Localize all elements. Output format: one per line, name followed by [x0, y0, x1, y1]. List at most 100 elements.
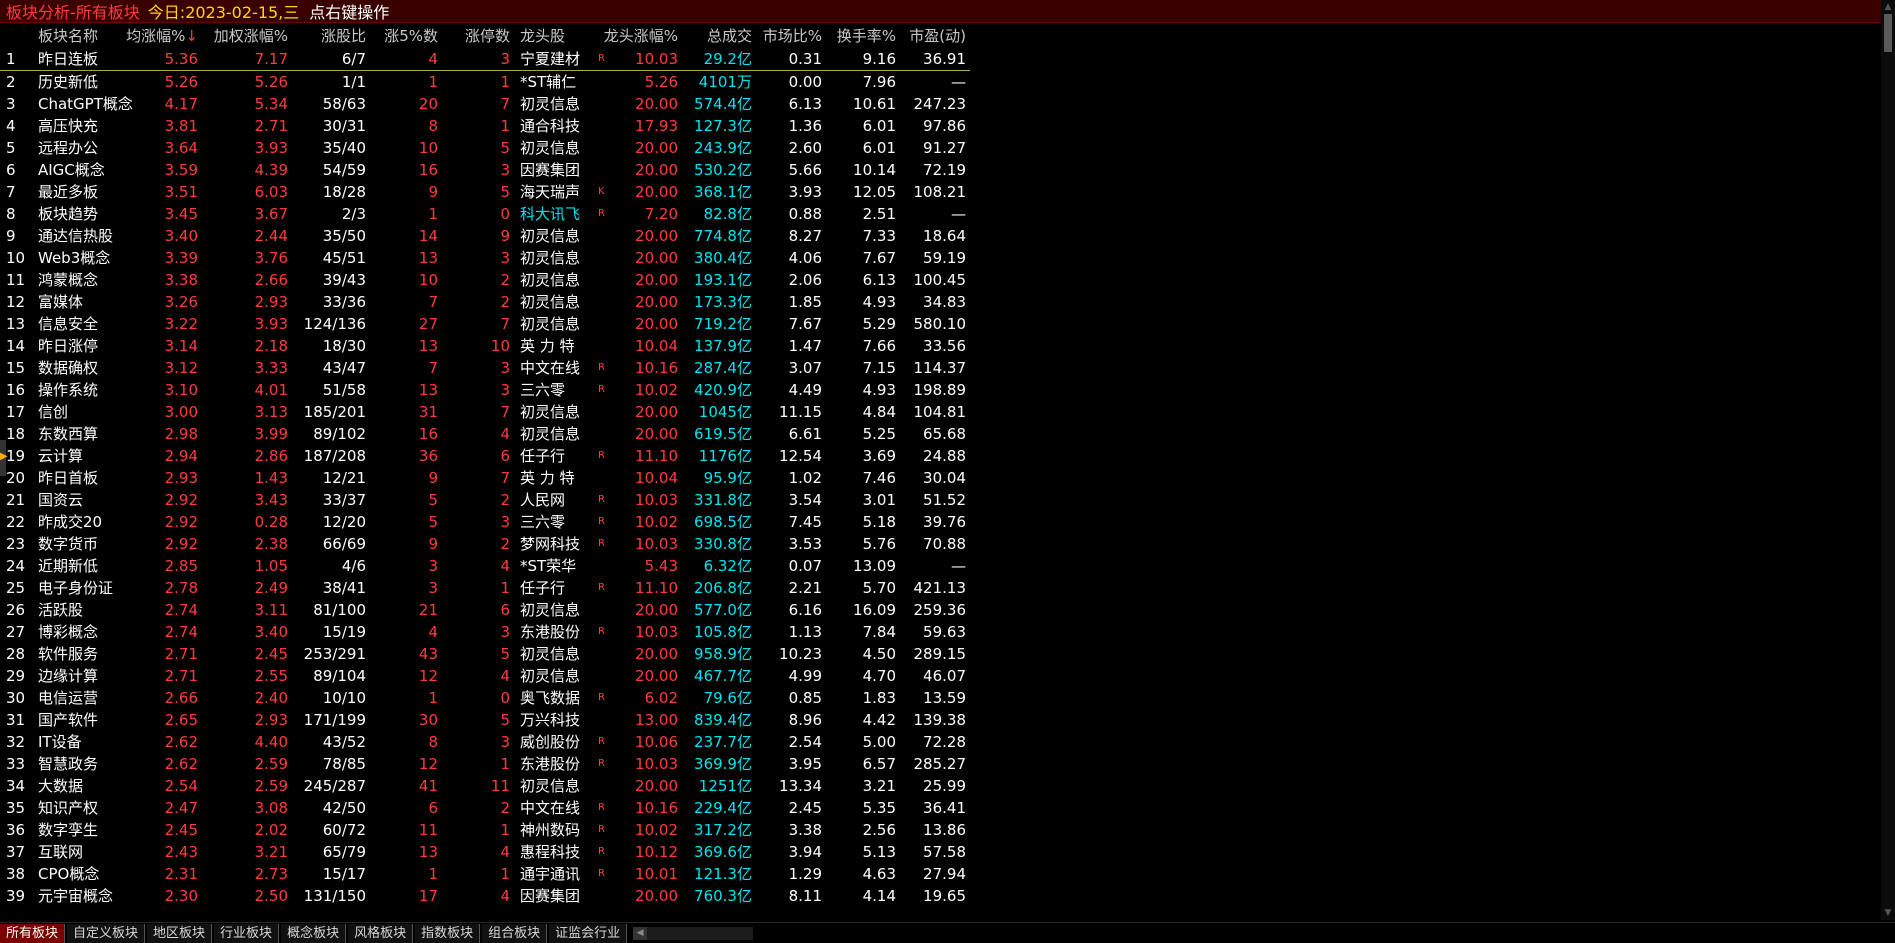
leader-stock[interactable]: 梦网科技: [520, 533, 590, 555]
leader-stock[interactable]: 因赛集团: [520, 159, 590, 181]
leader-stock[interactable]: 万兴科技: [520, 709, 590, 731]
leader-stock[interactable]: 通宇通讯: [520, 863, 590, 885]
table-row[interactable]: 33 智慧政务 2.62 2.59 78/85 12 1 东港股份 R 10.03 369.9亿 3.…: [0, 753, 970, 775]
col-header-limit-count[interactable]: 涨停数: [446, 24, 510, 48]
tab-5[interactable]: 风格板块: [348, 924, 414, 943]
leader-stock[interactable]: 三六零: [520, 511, 590, 533]
table-row[interactable]: 10 Web3概念 3.39 3.76 45/51 13 3 初灵信息 20.00 380.4亿 4…: [0, 247, 970, 269]
table-row[interactable]: 36 数字孪生 2.45 2.02 60/72 11 1 神州数码 R 10.02 317.2亿 3.…: [0, 819, 970, 841]
leader-stock[interactable]: 初灵信息: [520, 599, 590, 621]
table-row[interactable]: 22 昨成交20 2.92 0.28 12/20 5 3 三六零 R 10.02 698.5亿 7.4…: [0, 511, 970, 533]
tab-scrollbar[interactable]: ◀: [633, 927, 754, 940]
leader-stock[interactable]: 人民网: [520, 489, 590, 511]
table-row[interactable]: 26 活跃股 2.74 3.11 81/100 21 6 初灵信息 20.00 577.0亿 6.1…: [0, 599, 970, 621]
table-row[interactable]: 8 板块趋势 3.45 3.67 2/3 1 0 科大讯飞 R 7.20 82.8亿 0.88 2.51…: [0, 203, 970, 225]
tab-7[interactable]: 组合板块: [482, 924, 548, 943]
tab-2[interactable]: 地区板块: [147, 924, 213, 943]
leader-stock[interactable]: 初灵信息: [520, 93, 590, 115]
table-row[interactable]: 31 国产软件 2.65 2.93 171/199 30 5 万兴科技 13.00 839.4亿 8…: [0, 709, 970, 731]
leader-stock[interactable]: 初灵信息: [520, 313, 590, 335]
leader-stock[interactable]: 惠程科技: [520, 841, 590, 863]
leader-stock[interactable]: 英 力 特: [520, 335, 590, 357]
tab-1[interactable]: 自定义板块: [67, 924, 146, 943]
leader-stock[interactable]: 初灵信息: [520, 775, 590, 797]
table-row[interactable]: 9 通达信热股 3.40 2.44 35/50 14 9 初灵信息 20.00 774.8亿 8.2…: [0, 225, 970, 247]
table-row[interactable]: 1 昨日连板 5.36 7.17 6/7 4 3 宁夏建材 R 10.03 29.2亿 0.31 9.1…: [0, 48, 970, 71]
leader-stock[interactable]: 奥飞数据: [520, 687, 590, 709]
table-row[interactable]: 28 软件服务 2.71 2.45 253/291 43 5 初灵信息 20.00 958.9亿 1…: [0, 643, 970, 665]
table-row[interactable]: 3 ChatGPT概念 4.17 5.34 58/63 20 7 初灵信息 20.00 574.4…: [0, 93, 970, 115]
vertical-scrollbar[interactable]: ▲ ▼: [1881, 0, 1895, 920]
table-row[interactable]: 34 大数据 2.54 2.59 245/287 41 11 初灵信息 20.00 1251亿 13…: [0, 775, 970, 797]
col-header-leader[interactable]: 龙头股: [520, 24, 590, 48]
col-header-avg-change[interactable]: 均涨幅%↓: [110, 24, 198, 48]
leader-stock[interactable]: 威创股份: [520, 731, 590, 753]
leader-stock[interactable]: 初灵信息: [520, 137, 590, 159]
table-row[interactable]: 2 历史新低 5.26 5.26 1/1 1 1 *ST辅仁 5.26 4101万 0.00 7.96…: [0, 71, 970, 93]
col-header-pe[interactable]: 市盈(动): [900, 24, 966, 48]
tab-4[interactable]: 概念板块: [281, 924, 347, 943]
table-row[interactable]: 27 博彩概念 2.74 3.40 15/19 4 3 东港股份 R 10.03 105.8亿 1.1…: [0, 621, 970, 643]
table-row[interactable]: 21 国资云 2.92 3.43 33/37 5 2 人民网 R 10.03 331.8亿 3.54 3…: [0, 489, 970, 511]
scroll-thumb[interactable]: [1884, 14, 1892, 52]
table-row[interactable]: 32 IT设备 2.62 4.40 43/52 8 3 威创股份 R 10.06 237.7亿 2.5…: [0, 731, 970, 753]
left-edge-marker[interactable]: ▶: [0, 440, 8, 476]
table-row[interactable]: 23 数字货币 2.92 2.38 66/69 9 2 梦网科技 R 10.03 330.8亿 3.5…: [0, 533, 970, 555]
leader-stock[interactable]: 英 力 特: [520, 467, 590, 489]
leader-stock[interactable]: 神州数码: [520, 819, 590, 841]
table-row[interactable]: 5 远程办公 3.64 3.93 35/40 10 5 初灵信息 20.00 243.9亿 2.60…: [0, 137, 970, 159]
tab-6[interactable]: 指数板块: [415, 924, 481, 943]
table-row[interactable]: 30 电信运营 2.66 2.40 10/10 1 0 奥飞数据 R 6.02 79.6亿 0.85 1…: [0, 687, 970, 709]
leader-stock[interactable]: 东港股份: [520, 621, 590, 643]
table-row[interactable]: 11 鸿蒙概念 3.38 2.66 39/43 10 2 初灵信息 20.00 193.1亿 2.0…: [0, 269, 970, 291]
leader-stock[interactable]: 初灵信息: [520, 247, 590, 269]
table-row[interactable]: 17 信创 3.00 3.13 185/201 31 7 初灵信息 20.00 1045亿 11.1…: [0, 401, 970, 423]
table-row[interactable]: 38 CPO概念 2.31 2.73 15/17 1 1 通宇通讯 R 10.01 121.3亿 1.…: [0, 863, 970, 885]
col-header-market-share[interactable]: 市场比%: [752, 24, 822, 48]
col-header-leader-change[interactable]: 龙头涨幅%: [600, 24, 678, 48]
leader-stock[interactable]: 海天瑞声: [520, 181, 590, 203]
col-header-up5-count[interactable]: 涨5%数: [372, 24, 438, 48]
col-header-turnover[interactable]: 总成交: [680, 24, 752, 48]
table-row[interactable]: 25 电子身份证 2.78 2.49 38/41 3 1 任子行 R 11.10 206.8亿 2.2…: [0, 577, 970, 599]
table-row[interactable]: 18 东数西算 2.98 3.99 89/102 16 4 初灵信息 20.00 619.5亿 6.…: [0, 423, 970, 445]
leader-stock[interactable]: 初灵信息: [520, 269, 590, 291]
table-row[interactable]: 12 富媒体 3.26 2.93 33/36 7 2 初灵信息 20.00 173.3亿 1.85 4…: [0, 291, 970, 313]
table-row[interactable]: 20 昨日首板 2.93 1.43 12/21 9 7 英 力 特 10.04 95.9亿 1.02…: [0, 467, 970, 489]
table-row[interactable]: 7 最近多板 3.51 6.03 18/28 9 5 海天瑞声 K 20.00 368.1亿 3.93…: [0, 181, 970, 203]
scroll-down-arrow-icon[interactable]: ▼: [1883, 908, 1893, 918]
table-row[interactable]: 24 近期新低 2.85 1.05 4/6 3 4 *ST荣华 5.43 6.32亿 0.07 13.…: [0, 555, 970, 577]
table-row[interactable]: 35 知识产权 2.47 3.08 42/50 6 2 中文在线 R 10.16 229.4亿 2.4…: [0, 797, 970, 819]
leader-stock[interactable]: 初灵信息: [520, 291, 590, 313]
tab-0[interactable]: 所有板块: [0, 924, 66, 943]
table-row[interactable]: 39 元宇宙概念 2.30 2.50 131/150 17 4 因赛集团 20.00 760.3亿…: [0, 885, 970, 907]
col-header-turnover-rate[interactable]: 换手率%: [826, 24, 896, 48]
table-row[interactable]: 29 边缘计算 2.71 2.55 89/104 12 4 初灵信息 20.00 467.7亿 4.…: [0, 665, 970, 687]
table-row[interactable]: 14 昨日涨停 3.14 2.18 18/30 13 10 英 力 特 10.04 137.9亿 1…: [0, 335, 970, 357]
leader-stock[interactable]: 科大讯飞: [520, 203, 590, 225]
leader-stock[interactable]: 三六零: [520, 379, 590, 401]
scroll-up-arrow-icon[interactable]: ▲: [1883, 2, 1893, 12]
table-row[interactable]: 6 AIGC概念 3.59 4.39 54/59 16 3 因赛集团 20.00 530.2亿 5.…: [0, 159, 970, 181]
leader-stock[interactable]: 初灵信息: [520, 401, 590, 423]
leader-stock[interactable]: 中文在线: [520, 797, 590, 819]
table-row[interactable]: 19 云计算 2.94 2.86 187/208 36 6 任子行 R 11.10 1176亿 12.…: [0, 445, 970, 467]
leader-stock[interactable]: 任子行: [520, 445, 590, 467]
leader-stock[interactable]: 因赛集团: [520, 885, 590, 907]
leader-stock[interactable]: 初灵信息: [520, 423, 590, 445]
tab-8[interactable]: 证监会行业: [549, 924, 628, 943]
tab-scroll-left-icon[interactable]: ◀: [633, 927, 648, 940]
tab-3[interactable]: 行业板块: [214, 924, 280, 943]
leader-stock[interactable]: 通合科技: [520, 115, 590, 137]
leader-stock[interactable]: 东港股份: [520, 753, 590, 775]
table-row[interactable]: 15 数据确权 3.12 3.33 43/47 7 3 中文在线 R 10.16 287.4亿 3.0…: [0, 357, 970, 379]
leader-stock[interactable]: 初灵信息: [520, 643, 590, 665]
leader-stock[interactable]: *ST辅仁: [520, 71, 590, 93]
leader-stock[interactable]: 任子行: [520, 577, 590, 599]
table-row[interactable]: 4 高压快充 3.81 2.71 30/31 8 1 通合科技 17.93 127.3亿 1.36 6…: [0, 115, 970, 137]
table-row[interactable]: 37 互联网 2.43 3.21 65/79 13 4 惠程科技 R 10.12 369.6亿 3.9…: [0, 841, 970, 863]
leader-stock[interactable]: 初灵信息: [520, 665, 590, 687]
col-header-up-ratio[interactable]: 涨股比: [290, 24, 366, 48]
col-header-weighted-change[interactable]: 加权涨幅%: [195, 24, 288, 48]
leader-stock[interactable]: 初灵信息: [520, 225, 590, 247]
